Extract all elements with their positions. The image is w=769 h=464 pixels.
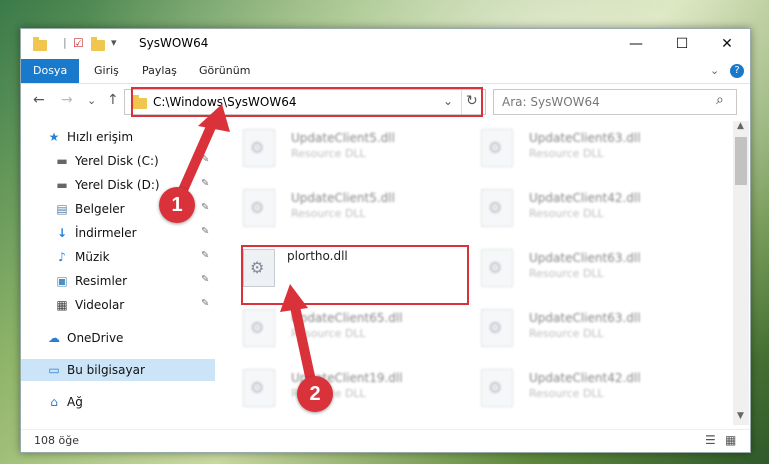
arrow-1-head <box>198 104 230 132</box>
tutorial-arrows <box>171 104 319 400</box>
arrow-2-head <box>280 284 308 312</box>
step-2-badge: 2 <box>297 376 333 412</box>
step-1-badge: 1 <box>159 187 195 223</box>
